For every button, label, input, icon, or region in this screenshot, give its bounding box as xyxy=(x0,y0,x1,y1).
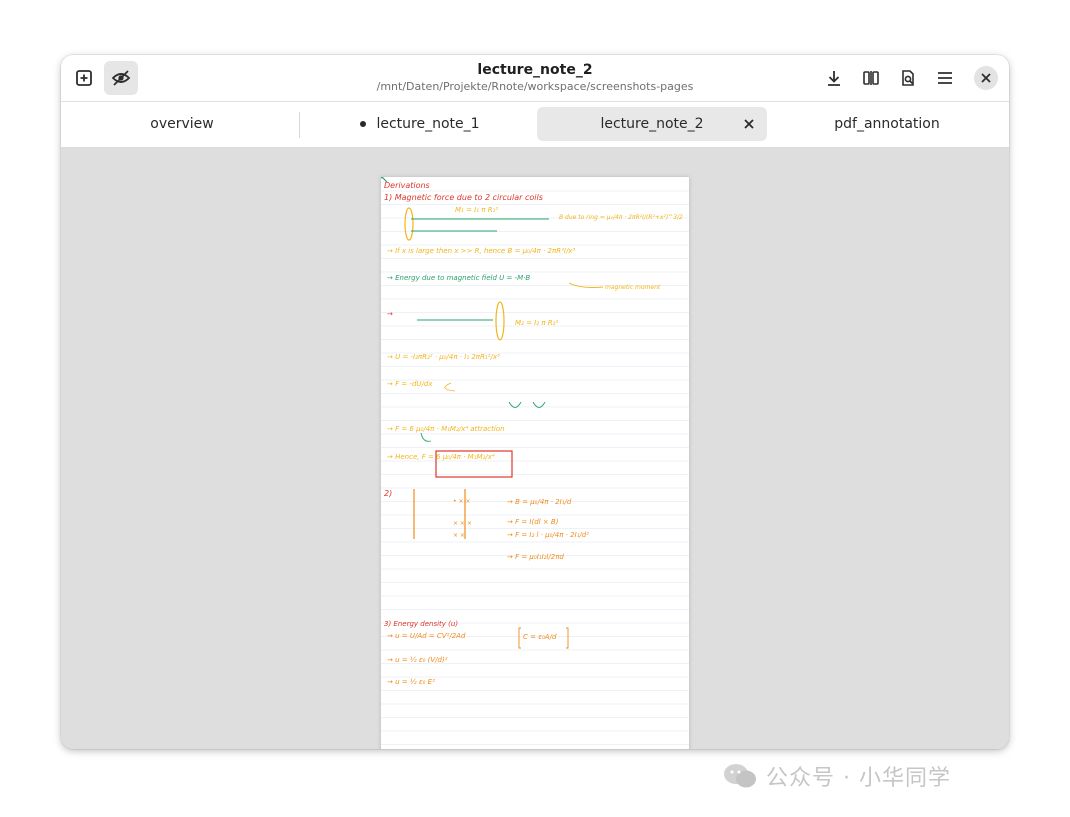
tab-lecture-note-1[interactable]: lecture_note_1 xyxy=(305,107,535,141)
note-line: 2) xyxy=(384,489,392,498)
note-line: → F = I₂ l · μ₀/4π · 2I₁/d² xyxy=(507,531,589,539)
svg-text:→: → xyxy=(387,310,393,318)
tab-label: lecture_note_1 xyxy=(376,116,480,132)
tab-label: pdf_annotation xyxy=(834,116,940,132)
svg-text:× × ×: × × × xyxy=(453,520,472,527)
note-line: → If x is large then x >> R, hence B = μ… xyxy=(387,247,575,255)
note-line: → u = ½ ε₀ E² xyxy=(387,678,435,686)
note-heading: Derivations xyxy=(384,181,430,190)
menu-icon xyxy=(938,72,952,84)
document-page[interactable]: Derivations 1) Magnetic force due to 2 c… xyxy=(381,177,689,749)
note-line: → u = U/Ad = CV²/2Ad xyxy=(387,632,466,640)
tab-pdf-annotation[interactable]: pdf_annotation xyxy=(772,107,1002,141)
tab-separator xyxy=(299,112,300,138)
svg-text:• × ×: • × × xyxy=(453,498,470,505)
watermark: 公众号 · 小华同学 xyxy=(722,756,951,796)
note-line: → u = ½ ε₀ (V/d)² xyxy=(387,656,448,664)
title-area: lecture_note_2 /mnt/Daten/Projekte/Rnote… xyxy=(261,61,809,94)
tab-overview[interactable]: overview xyxy=(67,107,297,141)
note-line: → F = -dU/dx xyxy=(387,380,433,388)
note-line: → Hence, F = 6 μ₀/4π · M₁M₂/x⁴ xyxy=(387,453,495,461)
note-line: 3) Energy density (u) xyxy=(384,620,458,628)
note-line: M₁ = I₁ π R₁² xyxy=(455,206,498,214)
window-title: lecture_note_2 xyxy=(477,62,593,78)
app-window: lecture_note_2 /mnt/Daten/Projekte/Rnote… xyxy=(61,55,1009,749)
export-button[interactable] xyxy=(817,61,851,95)
note-line: → F = I(dl × B) xyxy=(507,518,559,526)
header-bar: lecture_note_2 /mnt/Daten/Projekte/Rnote… xyxy=(61,55,1009,102)
download-icon xyxy=(828,71,840,86)
unsaved-dot-icon xyxy=(360,121,367,127)
window-subtitle: /mnt/Daten/Projekte/Rnote/workspace/scre… xyxy=(376,80,694,93)
note-line: 1) Magnetic force due to 2 circular coil… xyxy=(384,193,543,202)
note-line: M₂ = I₂ π R₂² xyxy=(515,319,558,327)
hidden-eye-icon xyxy=(111,70,131,86)
watermark-text: 公众号 · 小华同学 xyxy=(766,766,951,791)
tab-lecture-note-2[interactable]: lecture_note_2 xyxy=(537,107,767,141)
note-line: → B = μ₀/4π · 2I₁/d xyxy=(507,498,572,506)
tab-close-button[interactable] xyxy=(741,116,757,132)
tab-label: lecture_note_2 xyxy=(600,116,704,132)
note-line: magnetic moment xyxy=(605,284,661,291)
close-icon xyxy=(981,73,991,83)
close-icon xyxy=(744,119,754,129)
tab-bar: overview lecture_note_1 lecture_note_2 p… xyxy=(61,102,1009,148)
tab-label: overview xyxy=(150,116,214,132)
chat-bubble-icon xyxy=(724,764,756,788)
document-search-icon xyxy=(902,70,914,86)
window-close-button[interactable] xyxy=(974,66,998,90)
toggle-visibility-button[interactable] xyxy=(104,61,138,95)
note-line: → Energy due to magnetic field U = -M·B xyxy=(387,274,530,282)
document-search-button[interactable] xyxy=(891,61,925,95)
add-page-button[interactable] xyxy=(67,61,101,95)
note-line: → F = 6 μ₀/4π · M₁M₂/x⁴ attraction xyxy=(387,425,505,433)
page-layout-button[interactable] xyxy=(854,61,888,95)
pages-icon xyxy=(863,71,879,85)
note-line: → F = μ₀I₁I₂l/2πd xyxy=(507,553,564,561)
document-canvas[interactable]: Derivations 1) Magnetic force due to 2 c… xyxy=(61,148,1009,749)
note-line: C = ε₀A/d xyxy=(523,633,557,641)
svg-text:× ×: × × xyxy=(453,532,465,539)
note-line: B due to ring = μ₀/4π · 2πR²I/(R²+x²)^3/… xyxy=(559,214,683,221)
note-line: → U = -I₂πR₂² · μ₀/4π · I₁ 2πR₁²/x³ xyxy=(387,353,500,361)
main-menu-button[interactable] xyxy=(928,61,962,95)
handwritten-notes: Derivations 1) Magnetic force due to 2 c… xyxy=(381,177,689,745)
add-page-icon xyxy=(76,70,92,86)
